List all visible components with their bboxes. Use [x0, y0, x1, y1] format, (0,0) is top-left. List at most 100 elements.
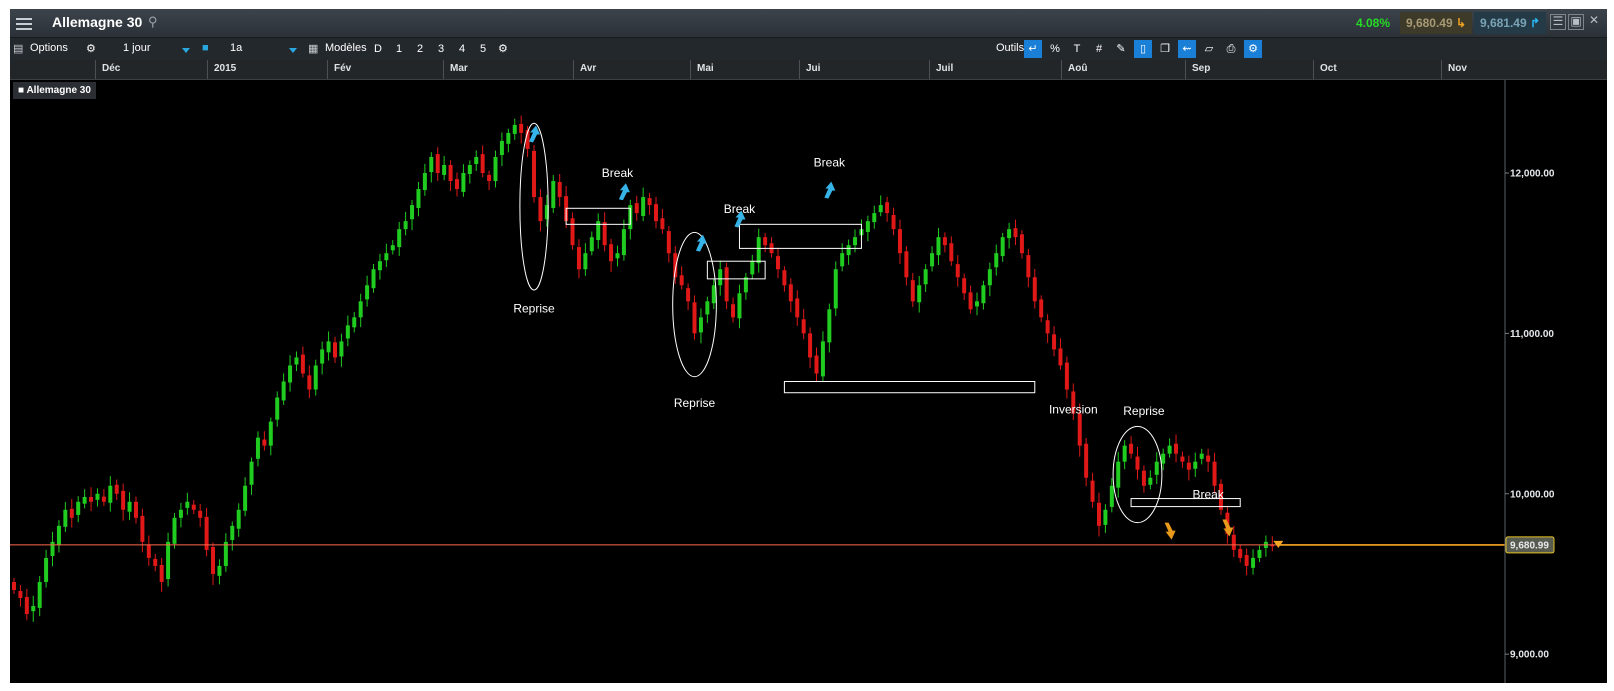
candle-up: [711, 285, 716, 304]
date-label: Nov: [1441, 60, 1607, 79]
period-settings-gear-icon[interactable]: ⚙: [498, 42, 508, 55]
candle-up: [827, 309, 832, 343]
candle-up: [255, 437, 260, 459]
candle-down: [724, 267, 729, 302]
candle-down: [1032, 277, 1037, 302]
period-button-2[interactable]: 2: [412, 40, 428, 58]
candle-down: [146, 544, 151, 558]
candle-down: [968, 292, 973, 310]
arrow-up-icon: [695, 234, 707, 252]
candle-up: [461, 173, 466, 192]
candle-up: [865, 221, 870, 233]
candle-up: [288, 365, 293, 383]
lock-icon[interactable]: ■: [202, 42, 209, 54]
candle-up: [217, 565, 222, 576]
candle-down: [891, 215, 896, 230]
sell-price-button[interactable]: 9,680.49 ↳: [1400, 12, 1472, 34]
candle-up: [345, 325, 350, 339]
date-label: Fév: [327, 60, 443, 79]
panel-icon[interactable]: ▤: [13, 42, 23, 55]
layout-icon[interactable]: ☰: [1550, 14, 1566, 30]
candle-up: [846, 245, 851, 256]
candle-down: [801, 319, 806, 334]
text-tool-icon[interactable]: T: [1068, 40, 1086, 58]
candle-down: [763, 237, 768, 246]
candle-down: [1206, 455, 1211, 462]
date-label: Sep: [1185, 60, 1313, 79]
candle-up: [1257, 549, 1262, 558]
candle-tool-icon[interactable]: ▯: [1134, 40, 1152, 58]
y-tick-label: 10,000.00: [1510, 489, 1555, 500]
period-button-1[interactable]: 1: [391, 40, 407, 58]
layers-tool-icon[interactable]: ❐: [1156, 40, 1174, 58]
date-axis: Déc 2015 Fév Mar Avr Mai Jui Juil Aoû Se…: [10, 60, 1607, 80]
candle-up: [551, 181, 556, 208]
candle-up: [493, 156, 498, 182]
candle-up: [917, 285, 922, 303]
candle-down: [692, 302, 697, 334]
candle-up: [936, 237, 941, 256]
candle-down: [576, 247, 581, 270]
candle-down: [300, 354, 305, 374]
candle-down: [114, 484, 119, 494]
pen-tool-icon[interactable]: ✎: [1112, 40, 1130, 58]
candle-up: [1103, 509, 1108, 525]
period-button-5[interactable]: 5: [475, 40, 491, 58]
candle-up: [185, 501, 190, 508]
candle-up: [37, 581, 42, 608]
candle-down: [1052, 334, 1057, 350]
period-button-4[interactable]: 4: [454, 40, 470, 58]
menu-icon[interactable]: [16, 15, 32, 31]
templates-menu[interactable]: Modèles: [325, 42, 367, 54]
range-chevron-down-icon[interactable]: [289, 48, 297, 53]
change-percent: 4.08%: [1356, 16, 1391, 30]
candle-up: [339, 341, 344, 357]
grid-tool-icon[interactable]: #: [1090, 40, 1108, 58]
interval-chevron-down-icon[interactable]: [182, 48, 190, 53]
candle-up: [737, 293, 742, 319]
candle-up: [981, 285, 986, 304]
candle-down: [885, 202, 890, 214]
candle-up: [56, 525, 61, 545]
detach-icon[interactable]: ▣: [1568, 14, 1584, 30]
candle-down: [1096, 502, 1101, 526]
search-icon[interactable]: ⚲: [148, 14, 158, 30]
range-select[interactable]: 1a: [230, 42, 242, 54]
settings-tool-icon[interactable]: ⚙: [1244, 40, 1262, 58]
y-tick-label: 11,000.00: [1510, 329, 1554, 340]
label-tool-icon[interactable]: ▱: [1200, 40, 1218, 58]
gear-icon[interactable]: ⚙: [86, 42, 96, 55]
buy-price-button[interactable]: 9,681.49 ↱: [1474, 12, 1546, 34]
candle-down: [1090, 480, 1095, 502]
candle-down: [24, 597, 29, 615]
series-legend[interactable]: ■ Allemagne 30: [13, 82, 96, 99]
arrow-tool-icon[interactable]: ↵: [1024, 40, 1042, 58]
candle-up: [172, 517, 177, 544]
candle-down: [1174, 443, 1179, 454]
candle-down: [955, 264, 960, 278]
close-icon[interactable]: ✕: [1586, 14, 1602, 30]
percent-tool-icon[interactable]: %: [1046, 40, 1064, 58]
calendar-icon[interactable]: ▦: [308, 42, 318, 55]
candle-down: [435, 154, 440, 174]
candle-up: [63, 509, 68, 527]
candle-down: [897, 229, 902, 254]
print-icon[interactable]: ⎙: [1222, 40, 1240, 58]
candle-down: [731, 304, 736, 318]
candle-down: [962, 278, 967, 294]
period-button-d[interactable]: D: [370, 40, 386, 58]
candle-down: [153, 558, 158, 566]
candle-up: [365, 285, 370, 300]
candle-down: [775, 256, 780, 270]
candle-down: [1045, 320, 1050, 334]
candlestick-chart[interactable]: RepriseRepriseRepriseBreakBreakBreakBrea…: [10, 80, 1607, 683]
candle-up: [352, 317, 357, 328]
candle-up: [429, 156, 434, 173]
bars-tool-icon[interactable]: ⇜: [1178, 40, 1196, 58]
annotation-label: Break: [1192, 488, 1224, 502]
interval-select[interactable]: 1 jour: [123, 42, 151, 54]
candle-down: [666, 231, 671, 254]
candle-down: [89, 496, 94, 502]
options-menu[interactable]: Options: [30, 42, 68, 54]
period-button-3[interactable]: 3: [433, 40, 449, 58]
